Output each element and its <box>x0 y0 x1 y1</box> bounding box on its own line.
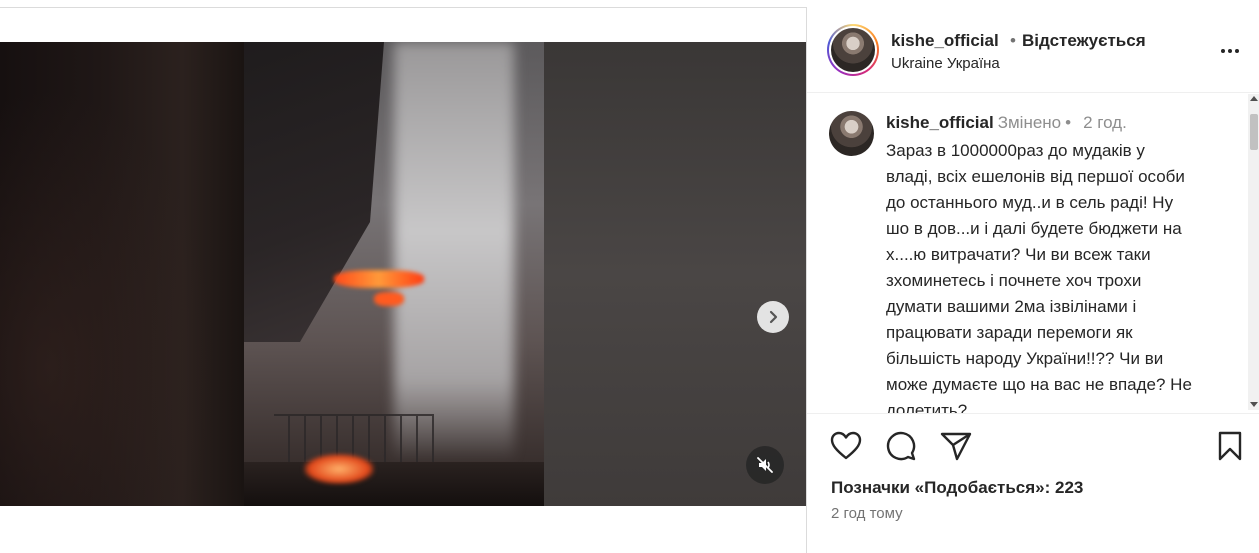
caption-line: х....ю витрачати? Чи ви всеж таки <box>886 245 1151 264</box>
fire-glow <box>334 270 424 288</box>
post-media-video[interactable] <box>0 42 806 506</box>
more-horizontal-icon <box>1221 49 1225 53</box>
avatar-story-ring[interactable] <box>827 24 879 76</box>
caption-meta: kishe_official Змінено • 2 год. <box>886 113 1127 133</box>
header-username[interactable]: kishe_official <box>891 31 999 51</box>
caption-line: зхоминетесь і почнете хоч трохи <box>886 271 1142 290</box>
post-side-panel: kishe_official • Відстежується Ukraine У… <box>806 7 1259 553</box>
save-button[interactable] <box>1213 429 1247 463</box>
scroll-up-arrow[interactable] <box>1250 96 1258 101</box>
follow-status-button[interactable]: Відстежується <box>1022 31 1146 51</box>
post-actions <box>807 421 1259 471</box>
heart-icon <box>830 431 862 460</box>
caption-line: долетить? <box>886 401 968 414</box>
comment-button[interactable] <box>884 429 918 463</box>
caption-line: може думаєте що на вас не впаде? Не <box>886 375 1192 394</box>
share-button[interactable] <box>939 429 973 463</box>
debris <box>244 462 544 506</box>
more-options-button[interactable] <box>1215 41 1245 61</box>
fire-glow <box>304 454 374 484</box>
caption-line: Зараз в 1000000раз до мудаків у <box>886 141 1145 160</box>
avatar <box>831 28 875 72</box>
video-blur-left <box>0 42 244 506</box>
caption-separator: • <box>1065 113 1072 132</box>
top-divider <box>0 7 806 8</box>
caption-line: більшість народу України!!?? Чи ви <box>886 349 1164 368</box>
video-frame-fire-scene <box>244 42 544 506</box>
caption-time: 2 год. <box>1083 113 1127 132</box>
post-header: kishe_official • Відстежується Ukraine У… <box>807 7 1259 93</box>
chevron-right-icon <box>769 310 778 324</box>
post-location[interactable]: Ukraine Україна <box>891 55 1000 72</box>
edited-label: Змінено <box>997 113 1062 132</box>
caption-line: думати вашими 2ма ізвілінами і <box>886 297 1137 316</box>
caption-line: працювати заради перемоги як <box>886 323 1133 342</box>
scroll-down-arrow[interactable] <box>1250 402 1258 407</box>
caption-scroll-area[interactable]: kishe_official Змінено • 2 год. Зараз в 100… <box>807 94 1259 414</box>
caption-line: до останнього муд..и в сель раді! Ну <box>886 193 1174 212</box>
comment-icon <box>886 431 916 461</box>
share-icon <box>940 432 972 461</box>
mute-toggle-button[interactable] <box>746 446 784 484</box>
header-separator: • <box>1010 31 1016 50</box>
bookmark-icon <box>1218 431 1242 461</box>
caption-line: владі, всіх ешелонів від першої особи <box>886 167 1185 186</box>
avatar[interactable] <box>829 111 874 156</box>
caption-username[interactable]: kishe_official <box>886 113 994 132</box>
muted-speaker-icon <box>757 457 773 473</box>
smoke-plume <box>394 42 514 462</box>
building-roof <box>244 42 384 342</box>
like-button[interactable] <box>829 429 863 463</box>
caption-line: шо в дов...и і далі будете бюджети на <box>886 219 1182 238</box>
post-timestamp[interactable]: 2 год тому <box>831 505 903 522</box>
next-media-button[interactable] <box>757 301 789 333</box>
scrollbar-thumb[interactable] <box>1250 114 1258 150</box>
caption-scrollbar[interactable] <box>1248 94 1259 410</box>
likes-count[interactable]: Позначки «Подобається»: 223 <box>831 478 1083 498</box>
video-blur-right <box>544 42 806 506</box>
caption-text: Зараз в 1000000раз до мудаків у владі, в… <box>886 138 1231 414</box>
fire-glow <box>374 292 404 306</box>
